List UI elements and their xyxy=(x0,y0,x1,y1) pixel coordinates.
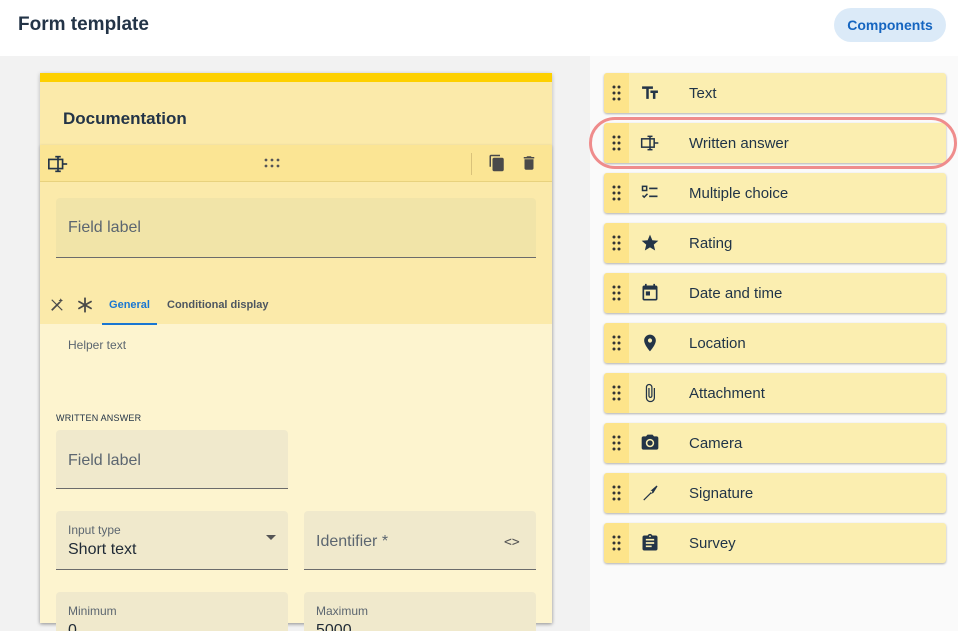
input-type-select[interactable]: Input type Short text xyxy=(56,511,288,570)
checklist-icon xyxy=(641,185,658,199)
identifier-input[interactable]: Identifier * <> xyxy=(304,511,536,570)
component-label: Multiple choice xyxy=(689,185,789,202)
drag-handle[interactable] xyxy=(604,173,629,213)
maximum-label: Maximum xyxy=(316,604,369,618)
drag-handle-icon xyxy=(612,285,621,301)
component-label: Location xyxy=(689,335,746,352)
drag-handle[interactable] xyxy=(604,423,629,463)
text-format-icon xyxy=(642,86,658,99)
field-placeholder: Field label xyxy=(68,219,141,236)
component-date-and-time[interactable]: Date and time xyxy=(604,273,946,313)
input-type-label: Input type xyxy=(68,523,121,537)
paperclip-icon xyxy=(645,383,655,403)
drag-handle-icon xyxy=(612,385,621,401)
drag-handle-icon xyxy=(612,185,621,201)
drag-handle[interactable] xyxy=(604,73,629,113)
drag-handle[interactable] xyxy=(604,323,629,363)
page-title: Form template xyxy=(18,14,149,35)
section-label: WRITTEN ANSWER xyxy=(56,413,142,423)
drag-handle-icon xyxy=(612,535,621,551)
drag-handle-icon xyxy=(612,435,621,451)
maximum-value: 5000 xyxy=(316,622,352,631)
form-accent-bar xyxy=(40,73,552,82)
drag-handle-icon xyxy=(612,85,621,101)
star-icon xyxy=(641,234,659,251)
calendar-icon xyxy=(642,283,658,301)
drag-handle[interactable] xyxy=(604,473,629,513)
identifier-placeholder: Identifier * xyxy=(316,533,389,550)
drag-handle-icon[interactable] xyxy=(263,157,281,169)
dropdown-caret-icon xyxy=(266,535,276,540)
app-header: Form template Components xyxy=(0,0,958,56)
component-label: Date and time xyxy=(689,285,783,302)
component-survey[interactable]: Survey xyxy=(604,523,946,563)
text-field-icon xyxy=(48,155,68,173)
component-label: Signature xyxy=(689,485,754,502)
field-label-input[interactable]: Field label xyxy=(56,430,288,489)
component-signature[interactable]: Signature xyxy=(604,473,946,513)
maximum-input[interactable]: Maximum 5000 xyxy=(304,592,536,631)
drag-handle[interactable] xyxy=(604,123,629,163)
drag-handle-icon xyxy=(612,485,621,501)
question-toolbar xyxy=(40,145,552,182)
required-asterisk-icon[interactable] xyxy=(76,296,94,314)
tab-conditional-display[interactable]: Conditional display xyxy=(167,289,277,325)
code-icon[interactable]: <> xyxy=(504,535,520,550)
form-card: Documentation Field label Helper text Ge… xyxy=(40,73,552,631)
component-label: Rating xyxy=(689,235,733,252)
location-pin-icon xyxy=(644,334,656,352)
input-type-value: Short text xyxy=(68,541,137,558)
component-label: Written answer xyxy=(689,135,789,152)
pen-icon xyxy=(643,485,658,501)
camera-icon xyxy=(641,434,659,450)
delete-icon[interactable] xyxy=(520,154,538,172)
component-written-answer[interactable]: Written answer xyxy=(604,123,946,163)
form-header: Documentation xyxy=(40,82,552,146)
text-field-icon xyxy=(640,135,659,151)
toolbar-divider xyxy=(471,153,472,175)
question-card[interactable]: Field label Helper text General Conditio… xyxy=(40,145,552,631)
helper-text[interactable]: Helper text xyxy=(68,338,126,352)
minimum-input[interactable]: Minimum 0 xyxy=(56,592,288,631)
component-location[interactable]: Location xyxy=(604,323,946,363)
tab-general[interactable]: General xyxy=(102,289,157,325)
component-camera[interactable]: Camera xyxy=(604,423,946,463)
minimum-label: Minimum xyxy=(68,604,117,618)
duplicate-icon[interactable] xyxy=(488,154,506,172)
component-text[interactable]: Text xyxy=(604,73,946,113)
component-rating[interactable]: Rating xyxy=(604,223,946,263)
clipboard-icon xyxy=(642,533,658,551)
component-multiple-choice[interactable]: Multiple choice xyxy=(604,173,946,213)
component-label: Text xyxy=(689,85,717,102)
drag-handle-icon xyxy=(612,135,621,151)
drag-handle[interactable] xyxy=(604,273,629,313)
drag-handle[interactable] xyxy=(604,223,629,263)
field-placeholder: Field label xyxy=(68,452,141,469)
drag-handle-icon xyxy=(612,235,621,251)
drag-handle[interactable] xyxy=(604,523,629,563)
component-label: Attachment xyxy=(689,385,765,402)
minimum-value: 0 xyxy=(68,622,77,631)
component-label: Camera xyxy=(689,435,743,452)
components-button[interactable]: Components xyxy=(834,8,946,42)
component-attachment[interactable]: Attachment xyxy=(604,373,946,413)
magic-wand-icon[interactable] xyxy=(48,296,66,314)
drag-handle-icon xyxy=(612,335,621,351)
component-label: Survey xyxy=(689,535,736,552)
form-title[interactable]: Documentation xyxy=(63,109,187,129)
drag-handle[interactable] xyxy=(604,373,629,413)
question-label-input[interactable]: Field label xyxy=(56,198,536,258)
